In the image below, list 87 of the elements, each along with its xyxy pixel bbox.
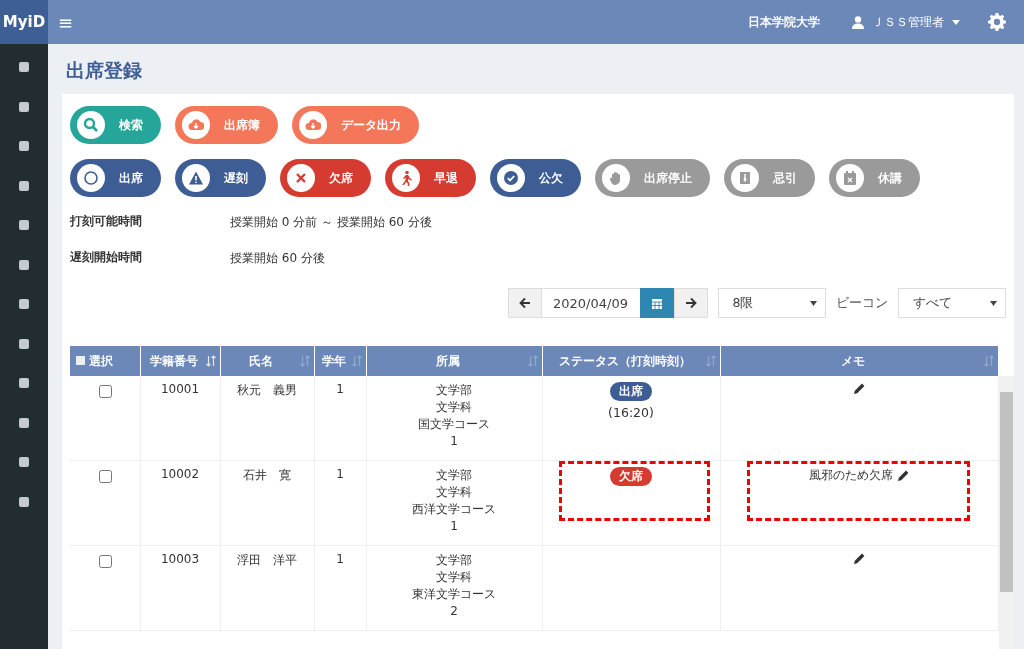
dropdown-icon <box>809 300 817 306</box>
status-badge: 欠席 <box>610 467 652 486</box>
status-button[interactable]: 遅刻 <box>175 159 266 197</box>
page-title: 出席登録 <box>66 58 143 83</box>
logo[interactable]: MyiD <box>0 0 48 44</box>
right-arrow-icon <box>684 297 697 309</box>
column-header[interactable]: メモ <box>720 346 998 376</box>
row-checkbox[interactable] <box>98 555 112 568</box>
user-menu[interactable]: ＪＳＳ管理者 <box>846 12 966 32</box>
affiliation-line: 文学部 <box>436 382 472 399</box>
status-button[interactable]: 公欠 <box>490 159 581 197</box>
column-header[interactable]: ステータス（打刻時刻） <box>542 346 720 376</box>
beacon-select[interactable]: すべて <box>897 288 1006 318</box>
info-label: 遅刻開始時間 <box>70 250 143 266</box>
action-button[interactable]: データ出力 <box>292 106 419 144</box>
column-header[interactable]: 選択 <box>70 346 140 376</box>
student-name: 秋元 義男 <box>237 383 297 397</box>
menu-button[interactable]: ≡ <box>48 11 84 33</box>
info-value: 授業開始 60 分後 <box>230 250 325 267</box>
grade-year: 1 <box>336 467 344 481</box>
affiliation-line: 文学科 <box>436 484 472 501</box>
status-button[interactable]: 出席停止 <box>595 159 710 197</box>
affiliation-line: 文学部 <box>436 467 472 484</box>
column-header[interactable]: 所属 <box>366 346 542 376</box>
row-checkbox[interactable] <box>98 385 112 398</box>
student-number: 10003 <box>160 552 200 566</box>
circle-icon <box>77 164 105 192</box>
sort-icon <box>705 355 716 367</box>
organization-name: 日本学院大学 <box>748 13 820 31</box>
previous-date-button[interactable] <box>507 288 542 318</box>
sort-icon <box>299 355 310 367</box>
walking-icon <box>392 164 420 192</box>
action-button[interactable]: 検索 <box>70 106 161 144</box>
student-name: 浮田 洋平 <box>237 553 297 567</box>
student-number: 10002 <box>160 467 200 481</box>
check-icon <box>497 164 525 192</box>
info-label: 打刻可能時間 <box>70 214 143 230</box>
settings-icon[interactable] <box>988 13 1006 31</box>
punch-time: (16:20) <box>608 405 654 420</box>
affiliation-line: 文学部 <box>436 552 472 569</box>
action-button[interactable]: 出席簿 <box>175 106 278 144</box>
next-date-button[interactable] <box>673 288 708 318</box>
row-checkbox[interactable] <box>98 470 112 483</box>
student-number: 10001 <box>160 382 200 396</box>
column-header[interactable]: 学年 <box>314 346 366 376</box>
hand-icon <box>602 164 630 192</box>
cross-icon <box>287 164 315 192</box>
sort-icon <box>983 355 994 367</box>
warning-icon <box>182 164 210 192</box>
calendar-button[interactable] <box>639 288 674 318</box>
affiliation-line: 西洋文学コース <box>412 501 496 518</box>
calendar-icon <box>650 297 663 309</box>
beacon-label: ビーコン <box>835 294 888 312</box>
status-button[interactable]: 早退 <box>385 159 476 197</box>
student-name: 石井 寛 <box>243 468 291 482</box>
affiliation-line: 1 <box>450 433 458 450</box>
calendar-icon <box>836 164 864 192</box>
column-header[interactable]: 学籍番号 <box>140 346 220 376</box>
cloud-icon <box>299 111 327 139</box>
left-arrow-icon <box>518 297 531 309</box>
sort-icon <box>527 355 538 367</box>
search-icon <box>77 111 105 139</box>
sort-icon <box>205 355 216 367</box>
memo-text: 風邪のため欠席 <box>808 467 893 484</box>
period-select[interactable]: 8限 <box>717 288 826 318</box>
info-value: 授業開始 0 分前 ～ 授業開始 60 分後 <box>230 214 432 231</box>
column-header[interactable]: 氏名 <box>220 346 314 376</box>
status-button[interactable]: 出席 <box>70 159 161 197</box>
affiliation-line: 東洋文学コース <box>412 586 496 603</box>
grade-year: 1 <box>336 552 344 566</box>
caret-icon <box>952 19 960 25</box>
affiliation-line: 2 <box>450 603 458 620</box>
status-button[interactable]: 忌引 <box>724 159 815 197</box>
affiliation-line: 文学科 <box>436 399 472 416</box>
affiliation-line: 1 <box>450 518 458 535</box>
affiliation-line: 国文学コース <box>418 416 490 433</box>
sort-icon <box>351 355 362 367</box>
cloud-icon <box>182 111 210 139</box>
tie-icon <box>731 164 759 192</box>
date-field[interactable]: 2020/04/09 <box>541 288 640 318</box>
status-button[interactable]: 休講 <box>829 159 920 197</box>
grade-year: 1 <box>336 382 344 396</box>
affiliation-line: 文学科 <box>436 569 472 586</box>
status-badge: 出席 <box>610 382 652 401</box>
status-button[interactable]: 欠席 <box>280 159 371 197</box>
user-icon <box>852 15 864 29</box>
dropdown-icon <box>989 300 997 306</box>
